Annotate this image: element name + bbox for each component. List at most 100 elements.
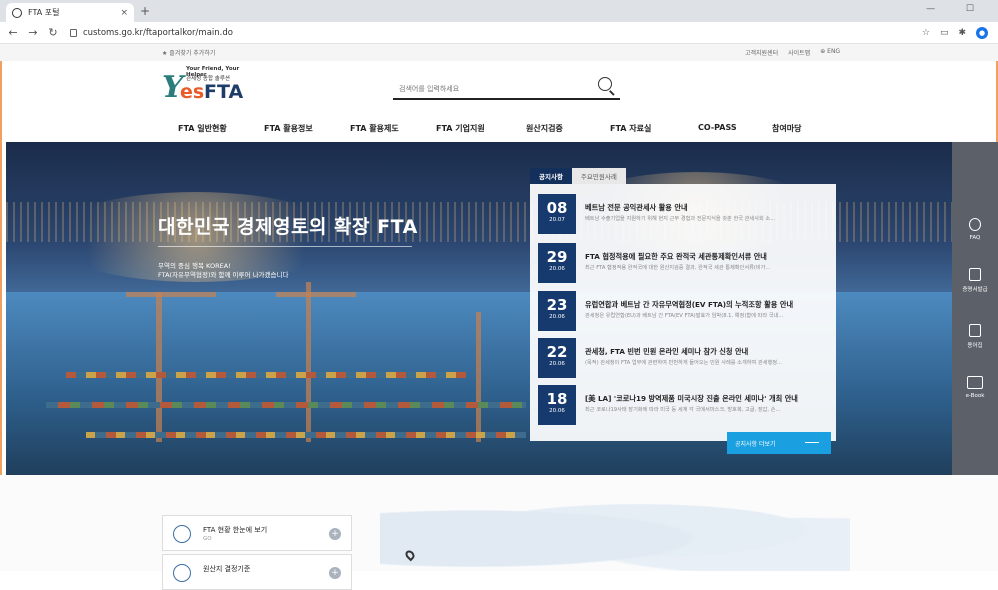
notice-day: 29	[546, 248, 568, 266]
notice-item[interactable]: 22 20.06 관세청, FTA 빈번 민원 온라인 세미나 참가 신청 안내…	[538, 338, 828, 378]
search-box	[393, 76, 620, 100]
reader-icon[interactable]: ▭	[940, 28, 949, 38]
origin-rules-card[interactable]: 원산지 결정기준 +	[162, 554, 352, 590]
card-title: 원산지 결정기준	[203, 565, 251, 573]
faq-icon	[969, 218, 981, 231]
notice-month: 20.06	[549, 361, 565, 367]
nav-fta-support[interactable]: FTA 기업지원	[436, 123, 485, 134]
notice-item[interactable]: 08 20.07 베트남 전문 공익관세사 활용 안내 베트남 수출기업을 지원…	[538, 194, 828, 234]
nav-origin-verify[interactable]: 원산지검증	[526, 123, 563, 134]
quick-certificate[interactable]: 증명서발급	[952, 268, 998, 293]
url-field[interactable]: customs.go.kr/ftaportalkor/main.do	[70, 28, 233, 38]
favicon-icon	[12, 7, 22, 18]
nav-co-pass[interactable]: CO-PASS	[698, 123, 737, 132]
new-tab-button[interactable]: +	[140, 4, 150, 18]
book-icon	[969, 324, 981, 337]
forward-icon[interactable]: →	[26, 26, 40, 39]
nav-fta-info[interactable]: FTA 활용정보	[264, 123, 313, 134]
container-row	[86, 432, 526, 438]
notice-day: 23	[546, 296, 568, 314]
notice-month: 20.06	[549, 266, 565, 272]
notice-item[interactable]: 29 20.06 FTA 협정적용에 필요한 주요 완적국 세관통제확인서류 안…	[538, 243, 828, 283]
hero-title: 대한민국 경제영토의 확장 FTA	[158, 216, 418, 238]
notice-month: 20.06	[549, 408, 565, 414]
profile-avatar[interactable]: ●	[976, 27, 988, 39]
notice-desc: 최근 코로나19사태 장기화에 따라 미국 등 세계 각 국에서마스크, 방호복…	[585, 407, 781, 413]
window-controls[interactable]: — ☐	[926, 4, 988, 14]
sitemap-link[interactable]: 사이트맵	[788, 48, 810, 57]
fta-status-card[interactable]: FTA 현황 한눈에 보기 GO +	[162, 515, 352, 551]
notice-title[interactable]: 베트남 전문 공익관세사 활용 안내	[585, 203, 688, 213]
notice-day: 18	[546, 390, 568, 408]
notice-desc: (목적) 관세청이 FTA 업무에 관련하여 빈번하게 들어오는 민원 사례를 …	[585, 360, 782, 366]
notice-date: 23 20.06	[538, 291, 576, 331]
url-text: customs.go.kr/ftaportalkor/main.do	[83, 27, 233, 38]
tab-close-button[interactable]: ×	[120, 8, 128, 18]
browser-tab-strip: FTA 포털 × + — ☐	[0, 0, 998, 22]
english-link[interactable]: ⊕ ENG	[820, 48, 840, 57]
arrow-right-icon	[805, 442, 819, 443]
search-icon[interactable]	[598, 77, 612, 91]
notice-item[interactable]: 18 20.06 [美 LA] '코로나19 방역제품 미국시장 진출 온라인 …	[538, 385, 828, 425]
world-map-graphic	[380, 490, 850, 571]
notice-desc: 베트남 수출기업을 지원하기 위해 현지 근무 경험과 전문지식을 갖춘 한국 …	[585, 216, 776, 222]
notice-date: 29 20.06	[538, 243, 576, 283]
notice-month: 20.07	[549, 217, 565, 223]
notice-item[interactable]: 23 20.06 유럽연합과 베트남 간 자유무역협정(EV FTA)의 누적조…	[538, 291, 828, 331]
crane-graphic	[126, 292, 216, 297]
notice-title[interactable]: FTA 협정적용에 필요한 주요 완적국 세관통제확인서류 안내	[585, 252, 767, 262]
customer-center-link[interactable]: 고객지원센터	[745, 48, 778, 57]
quick-menu: FAQ 증명서발급 용어집 e-Book	[952, 142, 998, 475]
main-nav: FTA 일반현황 FTA 활용정보 FTA 활용제도 FTA 기업지원 원산지검…	[0, 118, 998, 142]
notice-title[interactable]: [美 LA] '코로나19 방역제품 미국시장 진출 온라인 세미나' 개최 안…	[585, 394, 798, 404]
notice-more-button[interactable]: 공지사항 더보기	[727, 432, 831, 454]
container-row	[46, 402, 526, 408]
tab-cases[interactable]: 주요민원사례	[571, 168, 626, 184]
quick-certificate-label: 증명서발급	[962, 287, 988, 293]
site-logo[interactable]: Your Friend, Your Helper 관세청 종합 솔루션 Y es…	[162, 64, 252, 108]
notice-title[interactable]: 관세청, FTA 빈번 민원 온라인 세미나 참가 신청 안내	[585, 347, 748, 357]
card-title: FTA 현황 한눈에 보기	[203, 526, 268, 534]
notice-title[interactable]: 유럽연합과 베트남 간 자유무역협정(EV FTA)의 누적조항 활용 안내	[585, 300, 793, 310]
nav-fta-library[interactable]: FTA 자료실	[610, 123, 651, 134]
reload-icon[interactable]: ↻	[46, 26, 60, 39]
notice-day: 08	[546, 199, 568, 217]
quick-glossary-label: 용어집	[967, 343, 983, 349]
lock-icon	[70, 28, 77, 37]
check-icon	[173, 564, 191, 582]
plus-icon[interactable]: +	[329, 567, 341, 579]
nav-fta-system[interactable]: FTA 활용제도	[350, 123, 399, 134]
crane-graphic	[276, 292, 356, 297]
browser-tab[interactable]: FTA 포털 ×	[6, 3, 134, 22]
quick-faq-label: FAQ	[969, 235, 981, 241]
print-icon	[969, 268, 981, 281]
quick-ebook-label: e-Book	[965, 393, 985, 399]
toolbar-icons: ☆ ▭ ✱ ●	[922, 27, 988, 39]
extensions-icon[interactable]: ✱	[958, 28, 966, 38]
crane-graphic	[476, 312, 481, 442]
quick-faq[interactable]: FAQ	[952, 218, 998, 241]
container-row	[66, 372, 466, 378]
crane-graphic	[306, 282, 311, 442]
utility-links: 고객지원센터 사이트맵 ⊕ ENG	[745, 48, 840, 57]
back-icon[interactable]: ←	[6, 26, 20, 39]
crane-graphic	[156, 292, 162, 442]
notice-desc: 최근 FTA 협정적용 완적국에 대한 원산지검증 결과, 완적국 세관 통제확…	[585, 265, 771, 271]
tab-notice[interactable]: 공지사항	[530, 168, 572, 184]
star-icon[interactable]: ☆	[922, 28, 930, 38]
utility-bar: ★ 즐겨찾기 추가하기 고객지원센터 사이트맵 ⊕ ENG	[0, 44, 998, 61]
notice-month: 20.06	[549, 314, 565, 320]
notice-date: 18 20.06	[538, 385, 576, 425]
bookmark-link[interactable]: ★ 즐겨찾기 추가하기	[162, 48, 215, 57]
quick-glossary[interactable]: 용어집	[952, 324, 998, 349]
logo-fta: FTA	[204, 81, 244, 103]
tab-title: FTA 포털	[28, 8, 60, 17]
notice-day: 22	[546, 343, 568, 361]
search-input[interactable]	[393, 79, 583, 99]
nav-participation[interactable]: 참여마당	[772, 123, 801, 134]
nav-fta-general[interactable]: FTA 일반현황	[178, 123, 227, 134]
logo-es: es	[180, 81, 205, 103]
plus-icon[interactable]: +	[329, 528, 341, 540]
hero-subtitle-2: FTA(자유무역협정)와 함께 이루어 나가겠습니다	[158, 271, 289, 279]
quick-ebook[interactable]: e-Book	[952, 376, 998, 399]
